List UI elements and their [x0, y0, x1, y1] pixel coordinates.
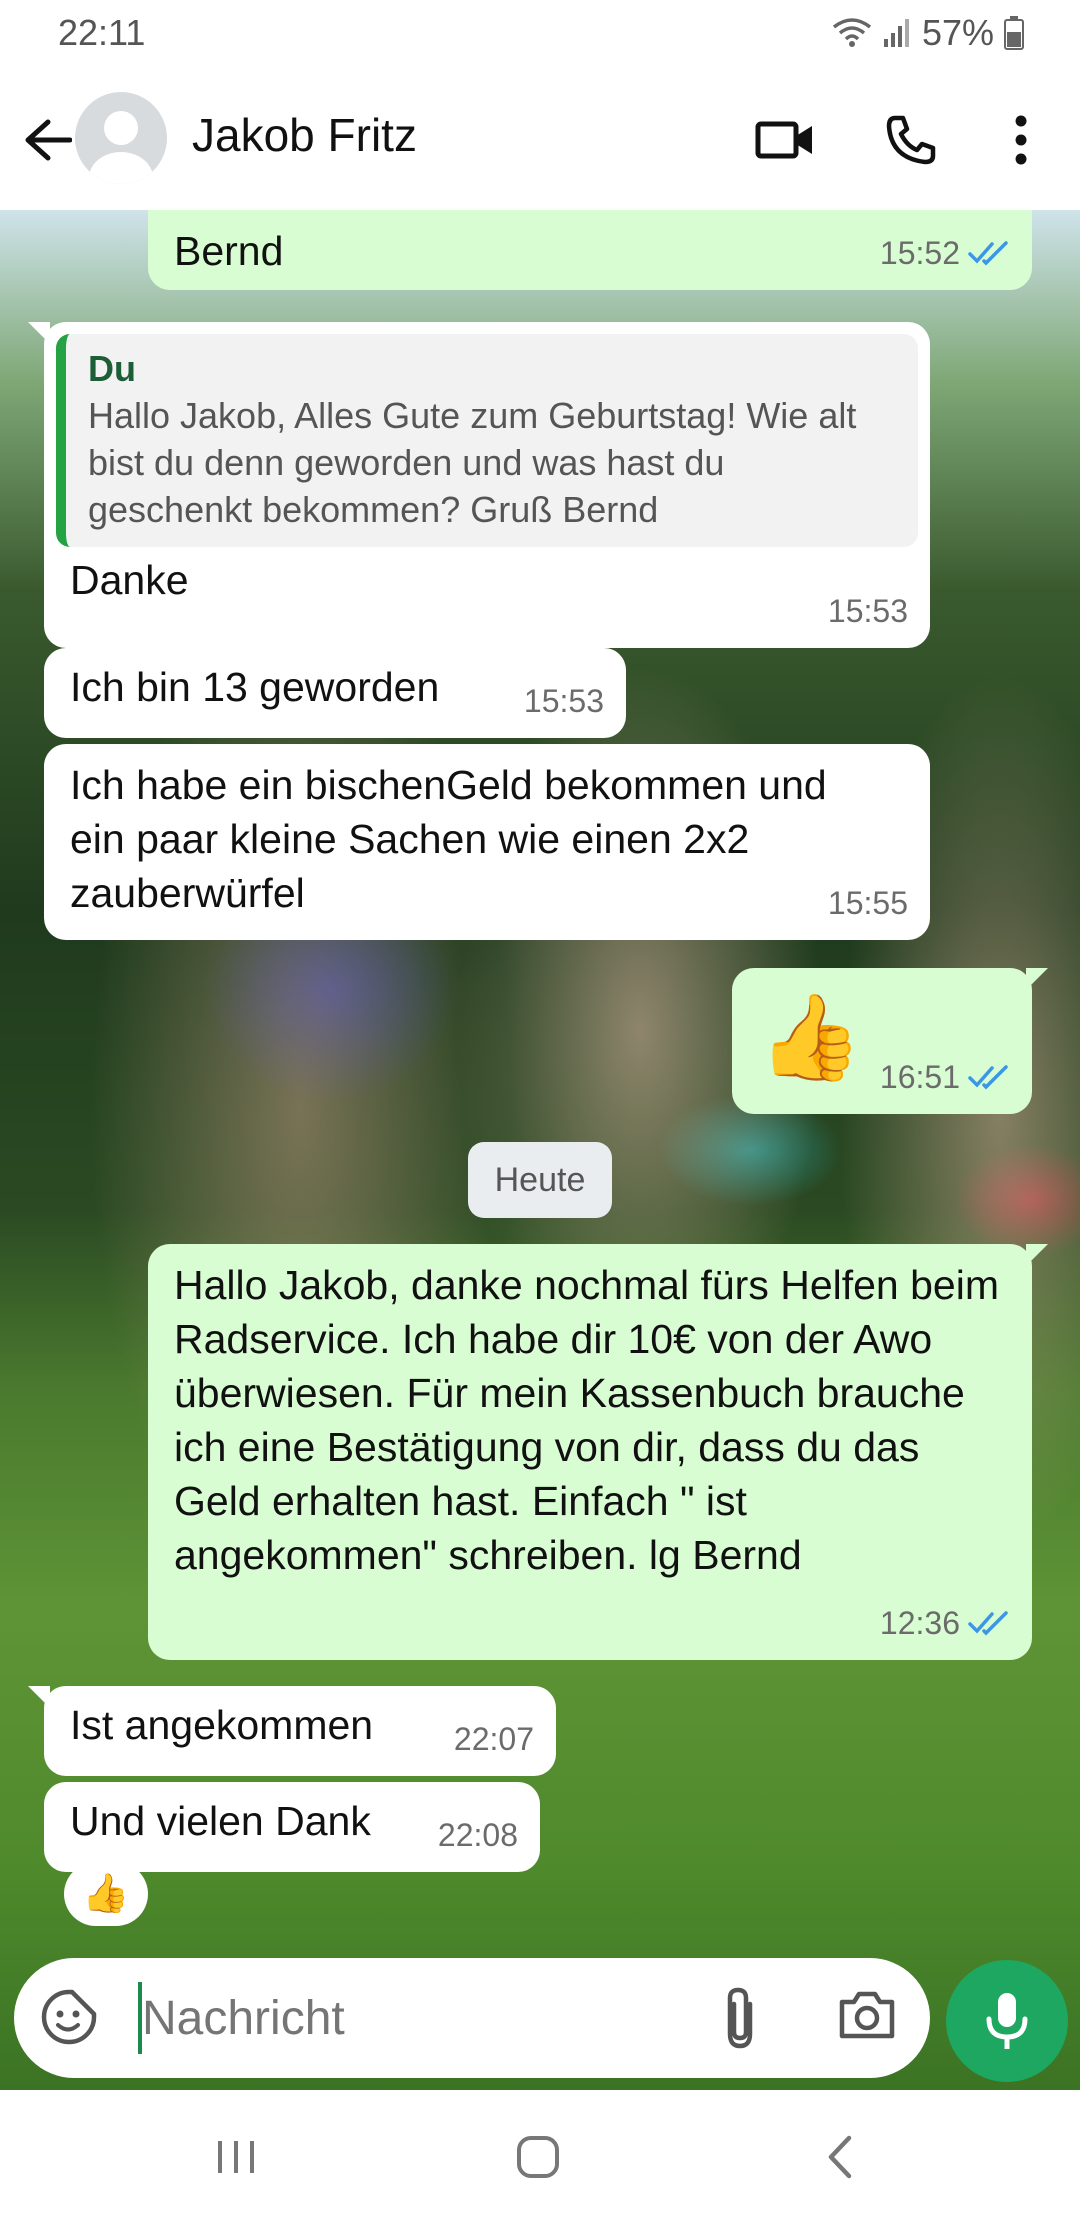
message-text: Ich habe ein bischenGeld bekommen und ei…	[70, 762, 827, 916]
message-meta: 16:51	[880, 1050, 1010, 1104]
double-check-icon	[968, 1065, 1008, 1090]
message-time: 12:36	[879, 1605, 960, 1641]
back-chevron-icon	[828, 2135, 852, 2179]
message-bubble-outgoing[interactable]: 👍 16:51	[732, 968, 1048, 1114]
message-meta: 22:07	[454, 1712, 534, 1766]
message-meta: 15:55	[828, 876, 908, 930]
message-bubble-incoming[interactable]: Und vielen Dank 22:08	[44, 1782, 540, 1872]
message-meta: 15:53	[828, 584, 908, 638]
message-time: 22:07	[453, 1721, 534, 1757]
back-button[interactable]	[18, 110, 78, 170]
voice-call-button[interactable]	[876, 105, 946, 175]
message-text: Hallo Jakob, danke nochmal fürs Helfen b…	[174, 1262, 999, 1578]
battery-percent: 57%	[921, 12, 994, 53]
attach-button[interactable]	[720, 1986, 760, 2055]
day-separator: Heute	[468, 1142, 612, 1218]
sticker-icon	[41, 1989, 97, 2045]
back-nav-button[interactable]	[800, 2124, 880, 2190]
more-options-button[interactable]	[986, 105, 1056, 175]
message-reaction[interactable]: 👍	[64, 1862, 148, 1926]
message-time: 16:51	[879, 1059, 960, 1095]
message-input[interactable]	[142, 1978, 702, 2058]
recent-apps-button[interactable]	[196, 2124, 276, 2190]
paperclip-icon	[727, 1987, 753, 2049]
quote-author: Du	[88, 348, 136, 389]
more-vertical-icon	[1015, 115, 1027, 165]
message-bubble-incoming[interactable]: Ist angekommen 22:07	[28, 1686, 556, 1776]
avatar[interactable]	[75, 92, 167, 184]
sticker-button[interactable]	[40, 1988, 98, 2051]
battery-icon	[1004, 16, 1024, 50]
contact-name[interactable]: Jakob Fritz	[192, 108, 417, 162]
back-arrow-icon	[25, 119, 72, 161]
message-text: Danke	[70, 557, 189, 603]
double-check-icon	[968, 241, 1008, 266]
message-bubble-outgoing[interactable]: Bernd 15:52	[148, 210, 1032, 290]
home-icon	[517, 2136, 559, 2178]
message-meta: 15:52	[880, 226, 1010, 280]
message-bubble-outgoing[interactable]: Hallo Jakob, danke nochmal fürs Helfen b…	[148, 1244, 1048, 1660]
camera-icon	[839, 1991, 895, 2039]
chat-background[interactable]: Bernd 15:52 Du Hallo Jakob, Alles Gute z…	[0, 210, 1080, 2090]
signal-icon	[882, 17, 912, 49]
status-time: 22:11	[58, 12, 146, 53]
message-time: 15:53	[827, 593, 908, 629]
phone-icon	[886, 115, 936, 165]
recent-apps-icon	[218, 2141, 254, 2173]
default-avatar-icon	[89, 111, 153, 184]
message-time: 22:08	[437, 1817, 518, 1853]
double-check-icon	[968, 1611, 1008, 1636]
quoted-message[interactable]: Du Hallo Jakob, Alles Gute zum Geburtsta…	[56, 334, 918, 547]
video-camera-icon	[755, 121, 812, 159]
system-nav-bar	[0, 2094, 1080, 2220]
message-meta: 12:36	[880, 1596, 1010, 1650]
message-meta: 15:53	[524, 674, 604, 728]
status-bar: 22:11 57%	[0, 0, 1080, 70]
message-time: 15:55	[827, 885, 908, 921]
message-time: 15:52	[879, 235, 960, 271]
home-button[interactable]	[498, 2124, 578, 2190]
message-meta: 22:08	[438, 1808, 518, 1862]
microphone-icon	[986, 1993, 1028, 2049]
quote-text: Hallo Jakob, Alles Gute zum Geburtstag! …	[88, 395, 857, 530]
camera-button[interactable]	[838, 1988, 896, 2045]
message-composer[interactable]	[14, 1958, 930, 2078]
video-call-button[interactable]	[750, 105, 820, 175]
message-bubble-incoming[interactable]: Ich habe ein bischenGeld bekommen und ei…	[44, 744, 930, 940]
status-icons: 57%	[832, 12, 1024, 54]
message-bubble-incoming[interactable]: Ich bin 13 geworden 15:53	[44, 648, 626, 738]
wifi-icon	[832, 17, 872, 49]
chat-header: Jakob Fritz	[0, 70, 1080, 210]
voice-message-button[interactable]	[946, 1960, 1068, 2082]
message-time: 15:53	[523, 683, 604, 719]
message-bubble-incoming[interactable]: Du Hallo Jakob, Alles Gute zum Geburtsta…	[28, 322, 930, 648]
